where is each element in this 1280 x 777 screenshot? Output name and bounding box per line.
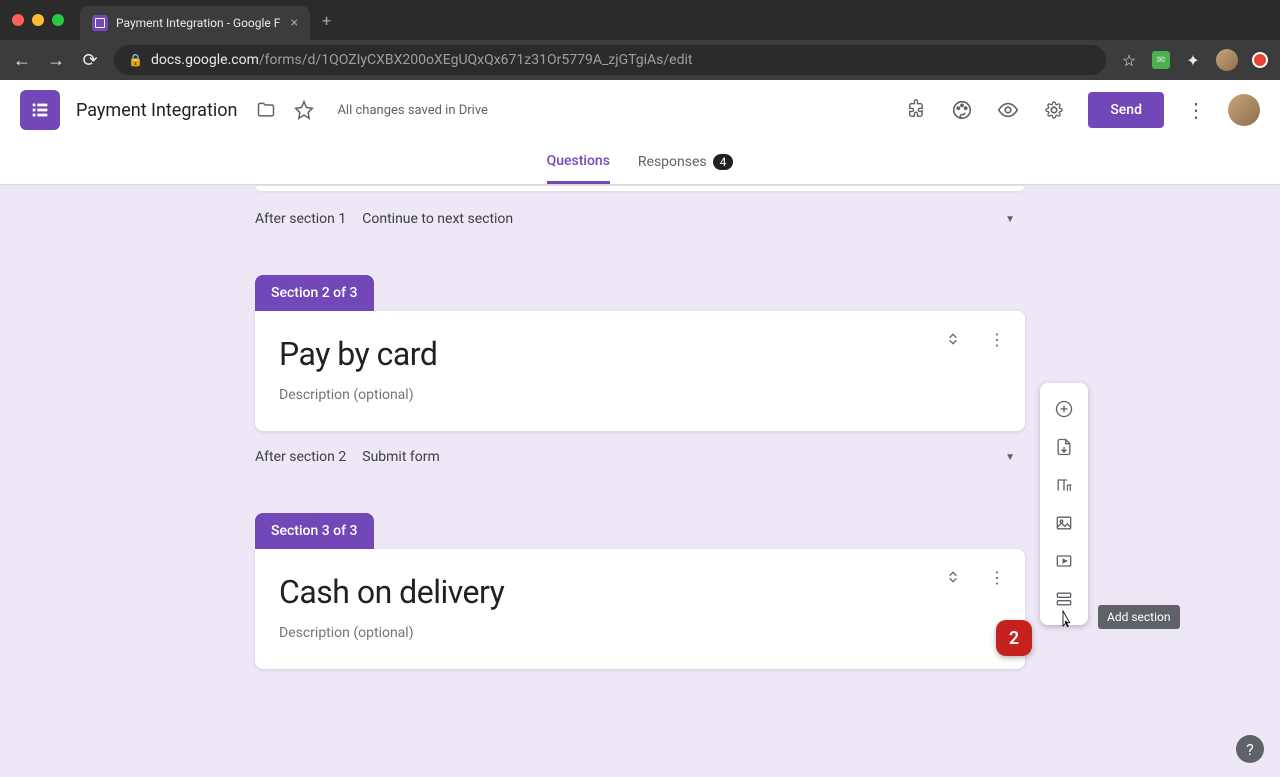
section-3-card[interactable]: ⋮ Cash on delivery Description (optional… — [255, 549, 1025, 669]
after-section-2-row: After section 2 Submit form ▼ — [255, 443, 1025, 485]
preview-icon[interactable] — [996, 98, 1020, 122]
window-controls — [12, 14, 64, 26]
address-bar[interactable]: 🔒 docs.google.com/forms/d/1QOZIyCXBX200o… — [114, 45, 1106, 75]
addons-icon[interactable] — [904, 98, 928, 122]
editor-tabs: Questions Responses 4 — [0, 140, 1280, 185]
browser-chrome: Payment Integration - Google F × + ← → ⟳… — [0, 0, 1280, 80]
app-header: Payment Integration All changes saved in… — [0, 80, 1280, 140]
after-section-1-row: After section 1 Continue to next section… — [255, 205, 1025, 247]
after-section-2-label: After section 2 — [255, 449, 346, 465]
add-section-button[interactable] — [1046, 581, 1082, 617]
section-more-icon[interactable]: ⋮ — [987, 567, 1007, 587]
user-avatar[interactable] — [1228, 94, 1260, 126]
extensions-icon[interactable]: ✦ — [1184, 51, 1202, 69]
forward-button[interactable]: → — [46, 50, 66, 71]
after-section-1-value: Continue to next section — [362, 211, 513, 227]
tab-title: Payment Integration - Google F — [116, 16, 283, 30]
annotation-badge: 2 — [996, 620, 1032, 656]
after-section-1-label: After section 1 — [255, 211, 346, 227]
lock-icon: 🔒 — [128, 53, 143, 67]
tab-responses-label: Responses — [638, 154, 707, 170]
new-tab-button[interactable]: + — [322, 11, 331, 30]
section-2: Section 2 of 3 ⋮ Pay by card Description… — [255, 247, 1025, 431]
import-question-button[interactable] — [1046, 429, 1082, 465]
section-3: Section 3 of 3 ⋮ Cash on delivery Descri… — [255, 485, 1025, 669]
chevron-down-icon: ▼ — [1005, 452, 1015, 463]
browser-tab[interactable]: Payment Integration - Google F × — [80, 6, 310, 40]
section-2-card[interactable]: ⋮ Pay by card Description (optional) — [255, 311, 1025, 431]
collapse-icon[interactable] — [943, 329, 963, 349]
tab-close-icon[interactable]: × — [291, 15, 298, 31]
window-maximize-button[interactable] — [52, 14, 64, 26]
section-3-tag: Section 3 of 3 — [255, 513, 374, 549]
back-button[interactable]: ← — [12, 50, 32, 71]
section-2-title[interactable]: Pay by card — [279, 335, 1001, 373]
previous-section-peek — [255, 185, 1025, 191]
tab-responses[interactable]: Responses 4 — [638, 140, 733, 184]
help-button[interactable]: ? — [1236, 735, 1264, 763]
more-menu-icon[interactable]: ⋮ — [1186, 98, 1206, 122]
settings-icon[interactable] — [1042, 98, 1066, 122]
collapse-icon[interactable] — [943, 567, 963, 587]
reload-button[interactable]: ⟳ — [80, 50, 100, 71]
add-image-button[interactable] — [1046, 505, 1082, 541]
add-section-tooltip: Add section — [1098, 605, 1180, 629]
palette-icon[interactable] — [950, 98, 974, 122]
after-section-1-select[interactable]: Continue to next section ▼ — [362, 211, 1025, 227]
window-minimize-button[interactable] — [32, 14, 44, 26]
folder-icon[interactable] — [253, 97, 279, 123]
document-title[interactable]: Payment Integration — [76, 100, 237, 121]
section-3-title[interactable]: Cash on delivery — [279, 573, 1001, 611]
url-domain: docs.google.com — [151, 52, 259, 68]
add-video-button[interactable] — [1046, 543, 1082, 579]
section-2-tag: Section 2 of 3 — [255, 275, 374, 311]
add-question-button[interactable] — [1046, 391, 1082, 427]
section-more-icon[interactable]: ⋮ — [987, 329, 1007, 349]
star-icon[interactable] — [291, 97, 317, 123]
add-title-button[interactable] — [1046, 467, 1082, 503]
mailbox-icon[interactable]: ✉ — [1152, 51, 1170, 69]
form-canvas: After section 1 Continue to next section… — [0, 185, 1280, 777]
forms-logo-icon[interactable] — [20, 90, 60, 130]
send-button[interactable]: Send — [1088, 92, 1164, 128]
tab-questions-label: Questions — [547, 153, 610, 169]
responses-count-badge: 4 — [713, 154, 734, 170]
after-section-2-select[interactable]: Submit form ▼ — [362, 449, 1025, 465]
profile-avatar-icon[interactable] — [1216, 49, 1238, 71]
tab-questions[interactable]: Questions — [547, 140, 610, 184]
floating-toolbar — [1040, 383, 1088, 625]
after-section-2-value: Submit form — [362, 449, 440, 465]
window-close-button[interactable] — [12, 14, 24, 26]
section-3-description[interactable]: Description (optional) — [279, 625, 1001, 641]
section-2-description[interactable]: Description (optional) — [279, 387, 1001, 403]
chevron-down-icon: ▼ — [1005, 214, 1015, 225]
bookmark-star-icon[interactable]: ☆ — [1120, 51, 1138, 69]
forms-favicon-icon — [92, 15, 108, 31]
url-path: /forms/d/1QOZIyCXBX200oXEgUQxQx671z31Or5… — [259, 52, 693, 68]
save-status: All changes saved in Drive — [337, 103, 488, 118]
notification-dot-icon[interactable] — [1252, 52, 1268, 68]
